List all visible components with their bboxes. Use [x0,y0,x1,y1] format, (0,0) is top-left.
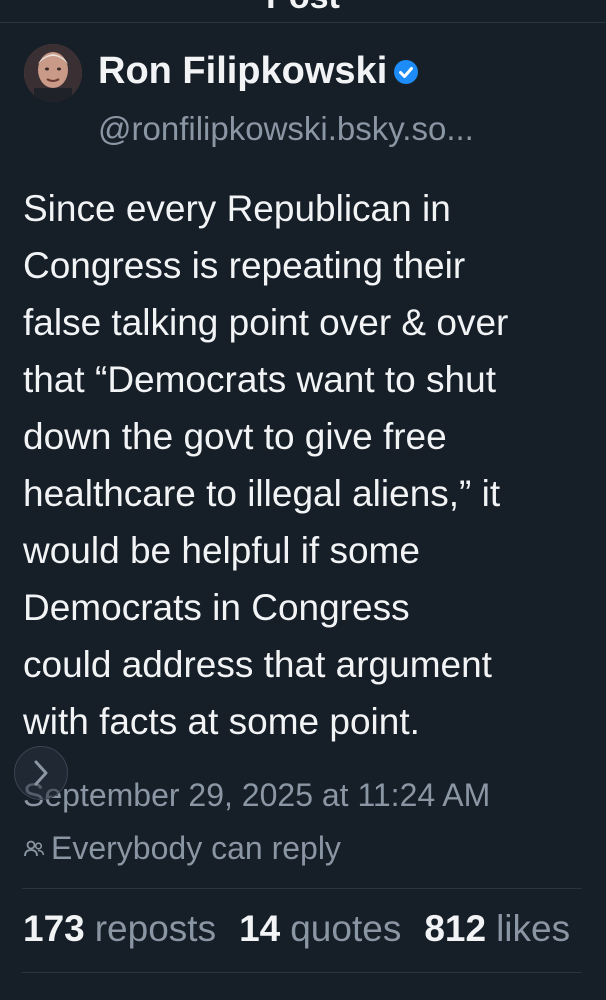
likes-count: 812 [424,908,487,949]
avatar-image [24,44,82,102]
reply-setting[interactable]: Everybody can reply [23,830,341,867]
reposts-count: 173 [23,908,85,949]
author-handle[interactable]: @ronfilipkowski.bsky.so... [98,110,474,148]
people-icon [24,840,45,856]
quotes-count: 14 [239,908,281,949]
avatar[interactable] [24,44,82,102]
likes-stat[interactable]: 812 likes [424,908,570,950]
chevron-right-icon [34,760,48,786]
post-timestamp: September 29, 2025 at 11:24 AM [23,777,491,813]
verified-badge-icon [394,59,419,84]
quotes-label: quotes [290,908,402,949]
next-button[interactable] [14,746,68,800]
reposts-label: reposts [94,908,217,949]
post-text: Since every Republican in Congress is re… [23,188,509,742]
reply-setting-label: Everybody can reply [51,830,341,866]
quotes-stat[interactable]: 14 quotes [239,908,401,950]
top-bar: Post [0,0,606,23]
author-name-row[interactable]: Ron Filipkowski [98,50,419,93]
divider [22,972,582,973]
divider [22,888,582,889]
author-name[interactable]: Ron Filipkowski [98,50,387,93]
post-stats: 173 reposts 14 quotes 812 likes [23,908,593,950]
likes-label: likes [496,908,571,949]
reposts-stat[interactable]: 173 reposts [23,908,216,950]
page-title: Post [0,0,606,17]
